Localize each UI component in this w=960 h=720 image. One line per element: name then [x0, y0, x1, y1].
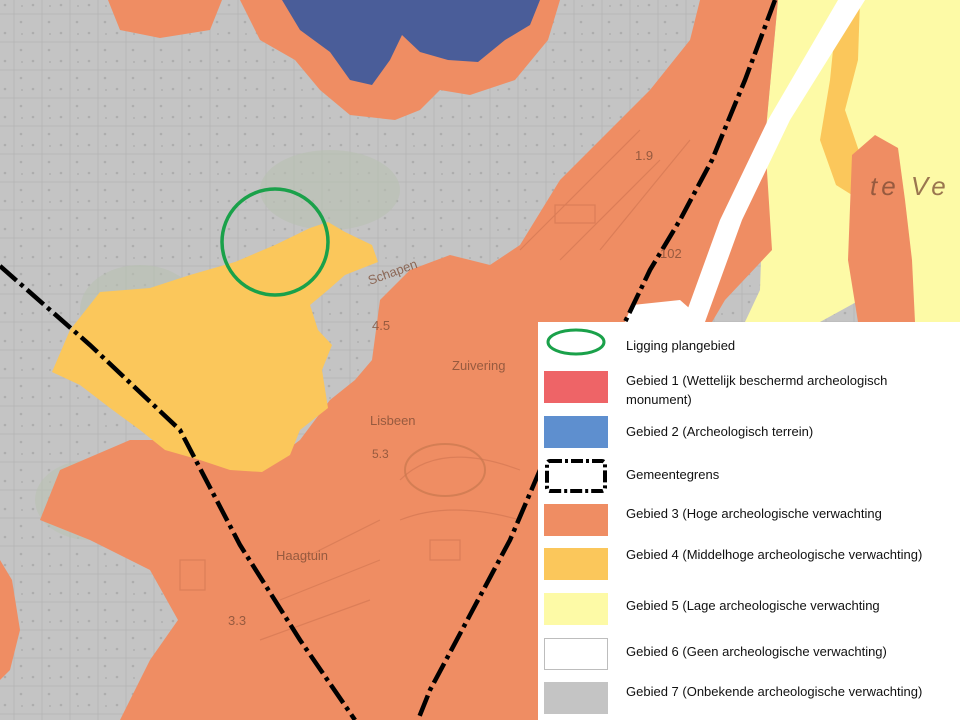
ellipse-outline-icon: [546, 328, 606, 356]
map-legend: Ligging plangebied Gebied 1 (Wettelijk b…: [538, 322, 960, 720]
map-label: 3.3: [228, 613, 246, 628]
legend-item-plangebied: Ligging plangebied: [538, 326, 960, 360]
legend-label: Ligging plangebied: [626, 338, 736, 353]
legend-swatch: [544, 548, 608, 580]
legend-item-gemeentegrens: Gemeentegrens: [538, 458, 960, 494]
legend-label: Gemeentegrens: [626, 467, 720, 482]
legend-swatch: [544, 504, 608, 536]
legend-label: Gebied 2 (Archeologisch terrein): [626, 424, 814, 439]
dashed-border-icon: [545, 459, 607, 493]
map-label: Haagtuin: [276, 548, 328, 563]
legend-item-gebied-1: Gebied 1 (Wettelijk beschermd archeologi…: [538, 371, 960, 407]
legend-label: Gebied 4 (Middelhoge archeologische verw…: [626, 547, 923, 562]
map-label: 4.5: [372, 318, 390, 333]
legend-swatch: [544, 371, 608, 403]
legend-item-gebied-7: Gebied 7 (Onbekende archeologische verwa…: [538, 682, 960, 720]
map-label: te Ve: [870, 171, 950, 201]
legend-item-gebied-3: Gebied 3 (Hoge archeologische verwachtin…: [538, 504, 960, 538]
legend-swatch: [544, 682, 608, 714]
map-label: 5.3: [372, 447, 389, 461]
legend-label: Gebied 1 (Wettelijk beschermd archeologi…: [626, 373, 888, 407]
legend-label: Gebied 7 (Onbekende archeologische verwa…: [626, 684, 923, 699]
legend-item-gebied-4: Gebied 4 (Middelhoge archeologische verw…: [538, 547, 960, 582]
legend-swatch: [544, 638, 608, 670]
legend-swatch: [544, 593, 608, 625]
legend-label: Gebied 5 (Lage archeologische verwachtin…: [626, 598, 880, 613]
legend-swatch: [544, 416, 608, 448]
legend-item-gebied-2: Gebied 2 (Archeologisch terrein): [538, 416, 960, 450]
legend-item-gebied-5: Gebied 5 (Lage archeologische verwachtin…: [538, 593, 960, 627]
map-label: 1.9: [635, 148, 653, 163]
legend-item-gebied-6: Gebied 6 (Geen archeologische verwachtin…: [538, 638, 960, 672]
map-label: Zuivering: [452, 358, 505, 373]
legend-label: Gebied 3 (Hoge archeologische verwachtin…: [626, 506, 882, 521]
map-label: Lisbeen: [370, 413, 416, 428]
legend-label: Gebied 6 (Geen archeologische verwachtin…: [626, 644, 887, 659]
map-label: 102: [660, 246, 682, 261]
